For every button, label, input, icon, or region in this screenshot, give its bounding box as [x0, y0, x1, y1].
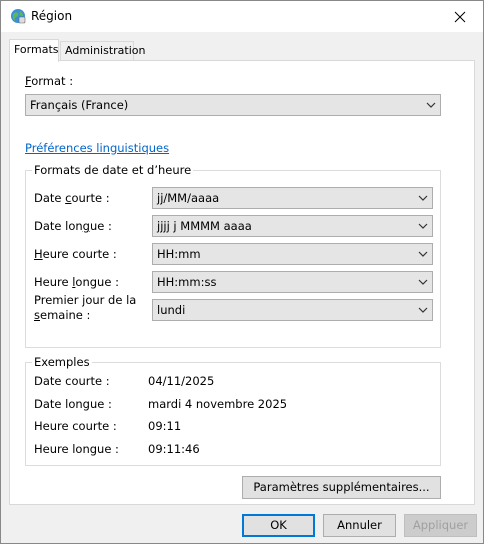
long-date-label-a: Date lon: [34, 219, 83, 233]
example-short-date-value: 04/11/2025: [148, 374, 215, 388]
long-time-label: Heure longue :: [34, 275, 119, 289]
chevron-down-icon: [418, 307, 428, 313]
region-dialog: Région Formats Administration Format : F…: [0, 0, 484, 544]
example-long-time-value: 09:11:46: [148, 442, 200, 456]
short-time-select[interactable]: HH:mm: [152, 243, 433, 265]
chevron-down-icon: [418, 251, 428, 257]
first-day-value: lundi: [157, 303, 186, 317]
window-title: Région: [31, 9, 73, 23]
short-time-label-b: eure courte :: [42, 247, 117, 261]
first-day-label-line1: Premier jour de la: [34, 293, 137, 307]
first-day-label: Premier jour de la semaine :: [34, 293, 136, 323]
long-time-label-b: ongue :: [75, 275, 119, 289]
language-preferences-link[interactable]: Préférences linguistiques: [25, 141, 169, 155]
format-label: Format :: [25, 74, 73, 88]
first-day-label-line2: semaine :: [34, 308, 136, 323]
long-time-label-a: Heure: [34, 275, 73, 289]
globe-icon: [10, 8, 26, 24]
long-time-select[interactable]: HH:mm:ss: [152, 271, 433, 293]
example-short-date-label: Date courte :: [34, 374, 110, 388]
short-time-value: HH:mm: [157, 247, 201, 261]
long-date-label-b: ue :: [89, 219, 112, 233]
short-date-label: Date courte :: [34, 191, 110, 205]
formats-panel: Format : Français (France) Préférences l…: [9, 60, 475, 505]
long-date-label-accel: g: [82, 219, 90, 233]
ok-button[interactable]: OK: [242, 514, 315, 537]
short-date-label-a: Date: [34, 191, 66, 205]
additional-settings-button[interactable]: Paramètres supplémentaires...: [242, 476, 441, 499]
chevron-down-icon: [418, 195, 428, 201]
short-time-label-accel: H: [34, 247, 43, 261]
apply-button[interactable]: Appliquer: [404, 514, 477, 537]
date-time-formats-group: Formats de date et d’heure Date courte :…: [25, 163, 441, 348]
chevron-down-icon: [426, 102, 436, 108]
tab-formats[interactable]: Formats: [9, 39, 59, 62]
close-button[interactable]: [437, 1, 483, 32]
example-long-date-label: Date longue :: [34, 397, 112, 411]
short-date-value: jj/MM/aaaa: [157, 191, 220, 205]
short-time-label: Heure courte :: [34, 247, 117, 261]
examples-group: Exemples Date courte : 04/11/2025 Date l…: [25, 355, 441, 466]
example-short-time-label: Heure courte :: [34, 419, 117, 433]
chevron-down-icon: [418, 279, 428, 285]
long-date-select[interactable]: jjjj j MMMM aaaa: [152, 215, 433, 237]
long-time-value: HH:mm:ss: [157, 275, 217, 289]
example-long-date-value: mardi 4 novembre 2025: [148, 397, 288, 411]
long-date-value: jjjj j MMMM aaaa: [157, 219, 252, 233]
format-label-rest: ormat :: [31, 74, 74, 88]
format-select[interactable]: Français (France): [25, 94, 441, 116]
long-date-label: Date longue :: [34, 219, 112, 233]
title-bar[interactable]: Région: [1, 1, 483, 32]
example-short-time-value: 09:11: [148, 419, 182, 433]
examples-title: Exemples: [32, 355, 92, 369]
date-time-formats-title: Formats de date et d’heure: [32, 163, 194, 177]
chevron-down-icon: [418, 223, 428, 229]
first-day-select[interactable]: lundi: [152, 299, 433, 321]
tab-administration[interactable]: Administration: [60, 41, 146, 61]
close-icon: [454, 11, 466, 22]
short-date-select[interactable]: jj/MM/aaaa: [152, 187, 433, 209]
format-select-value: Français (France): [30, 98, 129, 112]
first-day-label-b: emaine :: [40, 308, 91, 322]
example-long-time-label: Heure longue :: [34, 442, 119, 456]
short-date-label-b: ourte :: [71, 191, 110, 205]
cancel-button[interactable]: Annuler: [323, 514, 396, 537]
